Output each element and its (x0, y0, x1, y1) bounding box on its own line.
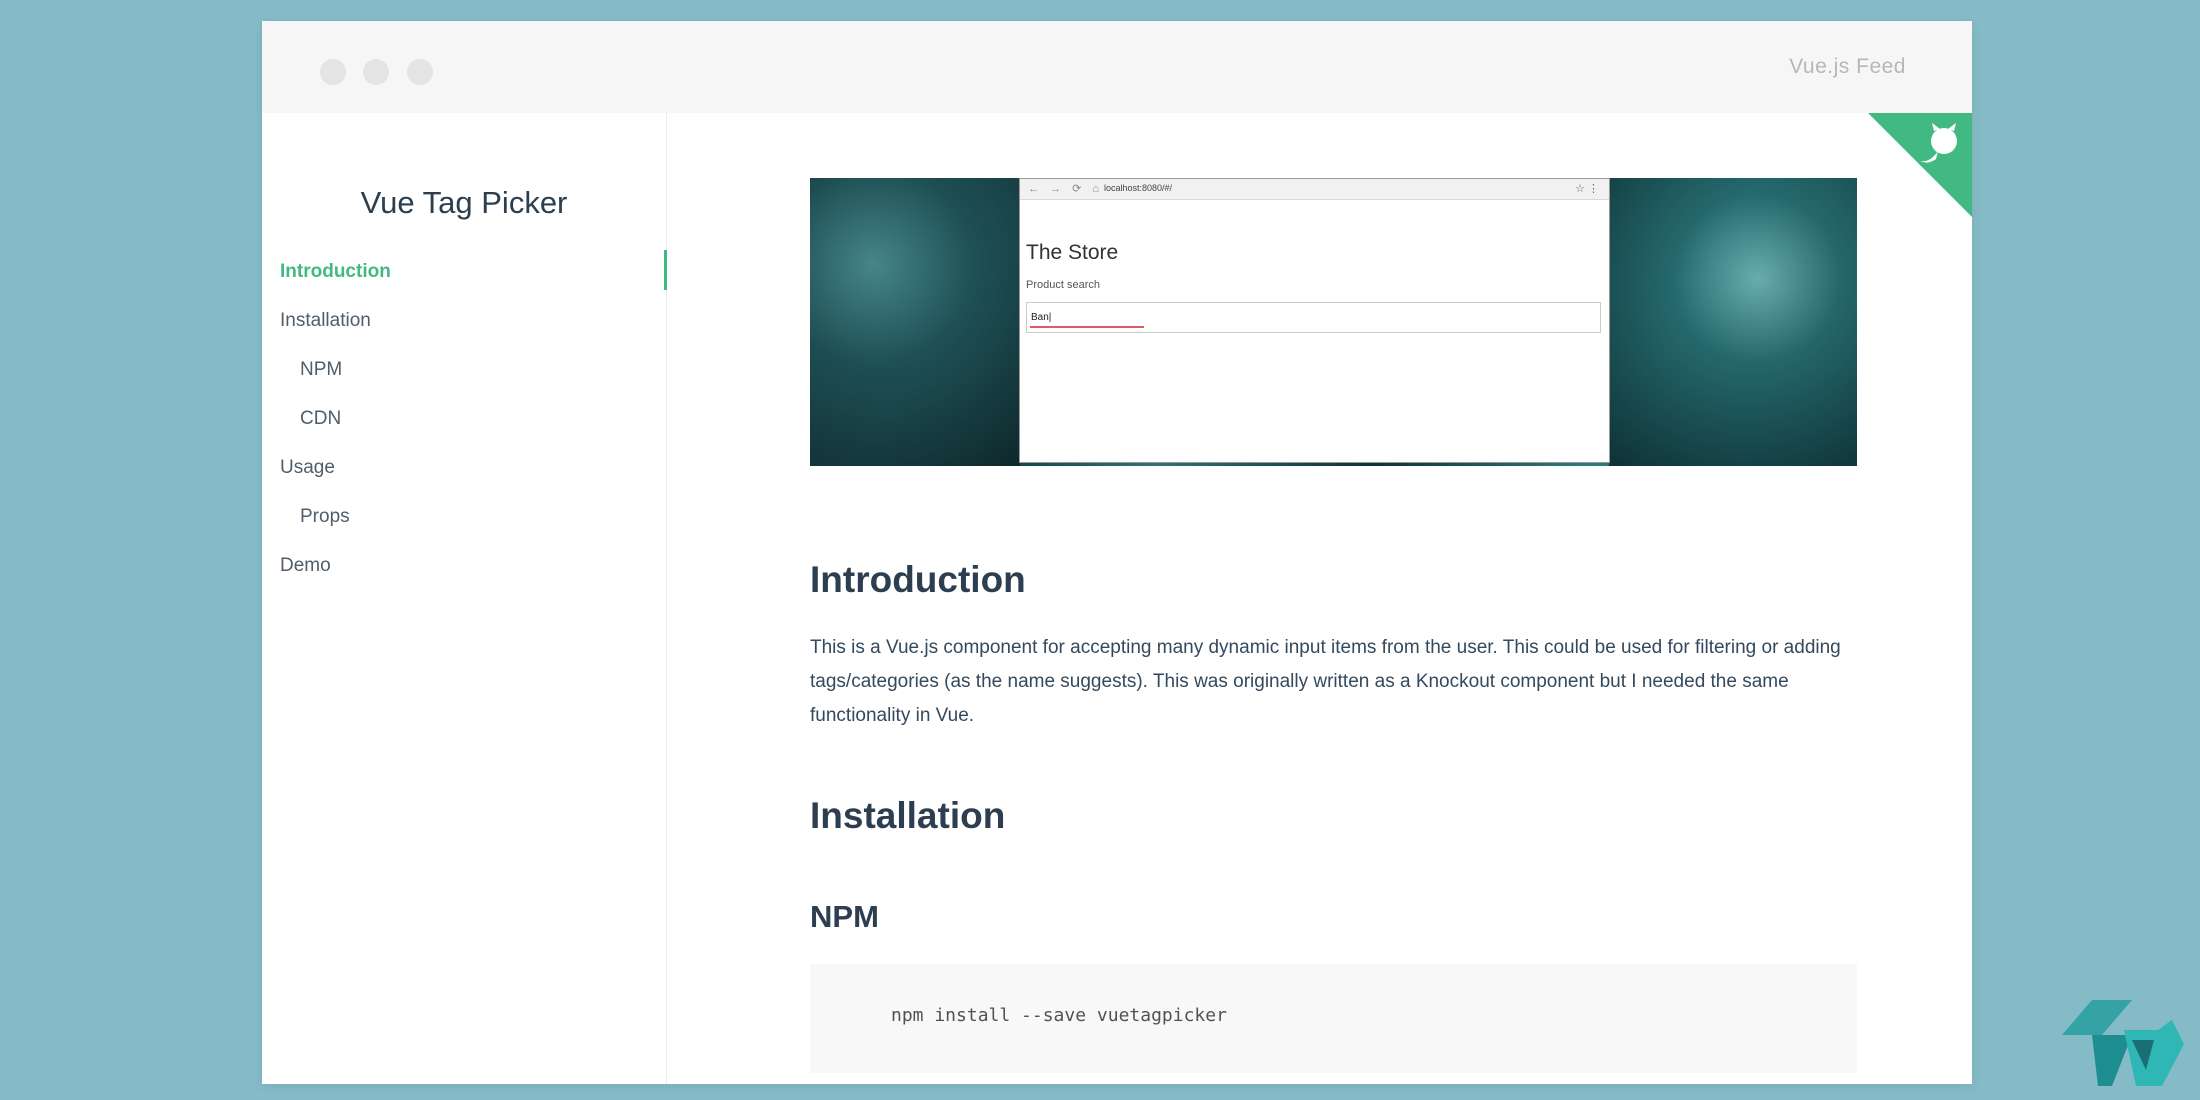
sidebar: Vue Tag Picker Introduction Installation… (262, 113, 667, 1084)
demo-browser-toolbar: ← → ⟳ ⌂ localhost:8080/#/ ☆ ⋮ (1020, 179, 1609, 200)
demo-search-field: Ban| (1026, 302, 1601, 333)
sidebar-title[interactable]: Vue Tag Picker (262, 185, 666, 221)
hero-texture-right (1609, 178, 1857, 466)
sidebar-item-introduction[interactable]: Introduction (280, 261, 391, 283)
demo-browser-screenshot: ← → ⟳ ⌂ localhost:8080/#/ ☆ ⋮ The Store … (1019, 178, 1610, 463)
heading-installation: Installation (810, 795, 1006, 836)
hero-image: ← → ⟳ ⌂ localhost:8080/#/ ☆ ⋮ The Store … (810, 178, 1857, 466)
window-maximize-dot[interactable] (407, 59, 433, 85)
heading-introduction: Introduction (810, 559, 1026, 600)
sidebar-item-props[interactable]: Props (300, 506, 350, 528)
sidebar-item-demo[interactable]: Demo (280, 555, 331, 577)
demo-field-label: Product search (1026, 279, 1100, 291)
sidebar-item-cdn[interactable]: CDN (300, 408, 341, 430)
kebab-menu-icon: ⋮ (1588, 183, 1599, 195)
npm-code-block: npm install --save vuetagpicker (810, 964, 1857, 1073)
app-window: Vue.js Feed Vue Tag Picker Introduction … (262, 21, 1972, 1084)
npm-command[interactable]: npm install --save vuetagpicker (891, 1005, 1227, 1026)
github-corner-icon[interactable] (1868, 113, 1972, 217)
window-title: Vue.js Feed (1789, 55, 1906, 78)
sidebar-item-npm[interactable]: NPM (300, 359, 342, 381)
window-minimize-dot[interactable] (363, 59, 389, 85)
demo-tag-underline (1030, 326, 1144, 328)
browser-nav-icons: ← → ⟳ ⌂ (1028, 183, 1104, 195)
heading-npm: NPM (810, 899, 879, 934)
vuejs-feed-logo-icon (2062, 1000, 2184, 1086)
demo-page-heading: The Store (1026, 241, 1119, 264)
sidebar-item-usage[interactable]: Usage (280, 457, 335, 479)
main-content: ← → ⟳ ⌂ localhost:8080/#/ ☆ ⋮ The Store … (667, 113, 1972, 1084)
browser-url: localhost:8080/#/ (1104, 183, 1173, 193)
window-close-dot[interactable] (320, 59, 346, 85)
sidebar-item-installation[interactable]: Installation (280, 310, 371, 332)
intro-paragraph: This is a Vue.js component for accepting… (810, 637, 1841, 726)
star-icon: ☆ (1575, 183, 1585, 195)
window-titlebar: Vue.js Feed (262, 21, 1972, 113)
hero-texture-left (810, 178, 1020, 466)
